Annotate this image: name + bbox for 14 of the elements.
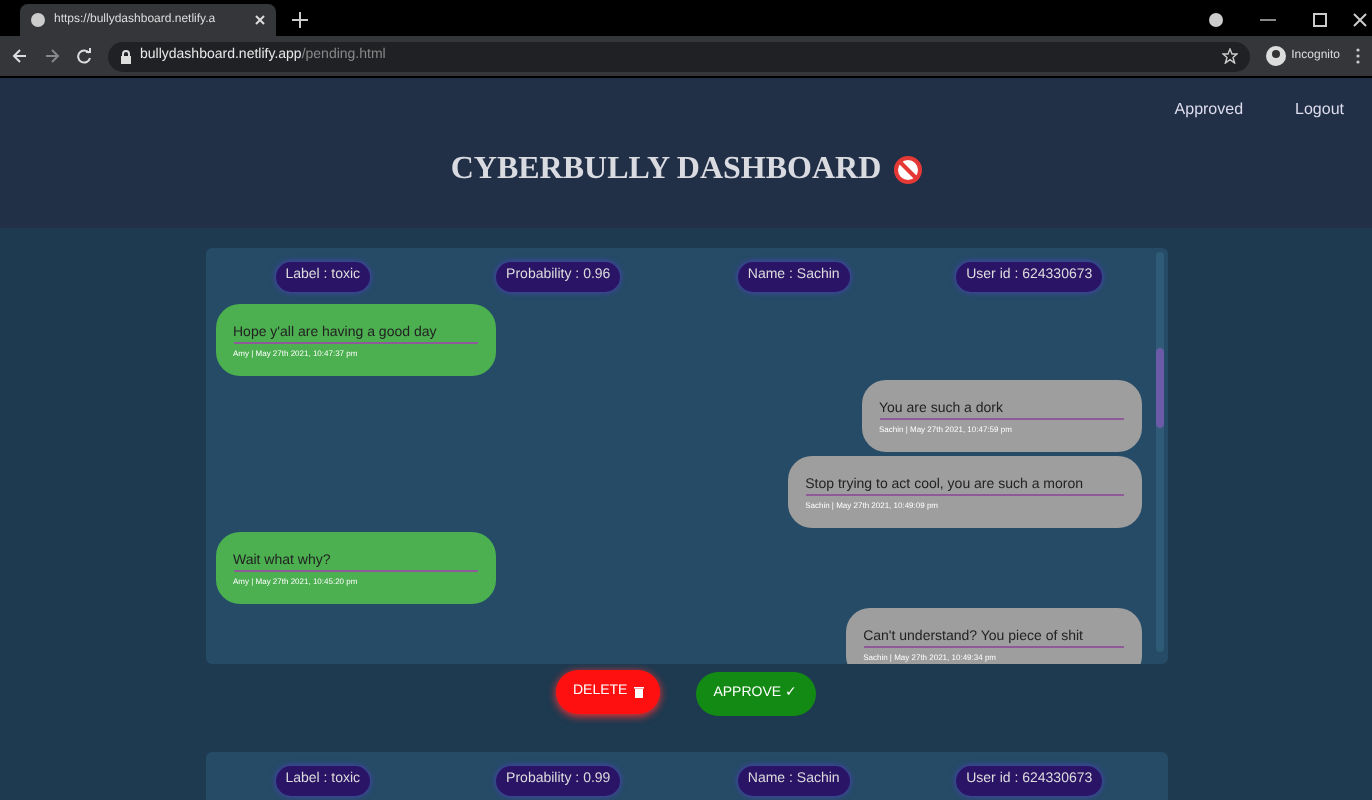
trash-icon [633, 686, 644, 698]
close-icon [254, 14, 266, 26]
reload-icon [76, 48, 92, 64]
plus-icon [292, 12, 308, 28]
nav-link[interactable]: Approved [1174, 98, 1244, 122]
prohibited-icon [893, 156, 922, 184]
star-icon [1221, 48, 1238, 64]
forward-icon [44, 48, 60, 64]
back-icon [12, 48, 28, 64]
nav-link[interactable]: Logout [1295, 98, 1344, 122]
restore-icon [1312, 12, 1328, 28]
page-title: CYBERBULLY DASHBOARD [450, 150, 882, 190]
lock-icon [120, 49, 132, 63]
minimize-icon [1260, 18, 1276, 22]
